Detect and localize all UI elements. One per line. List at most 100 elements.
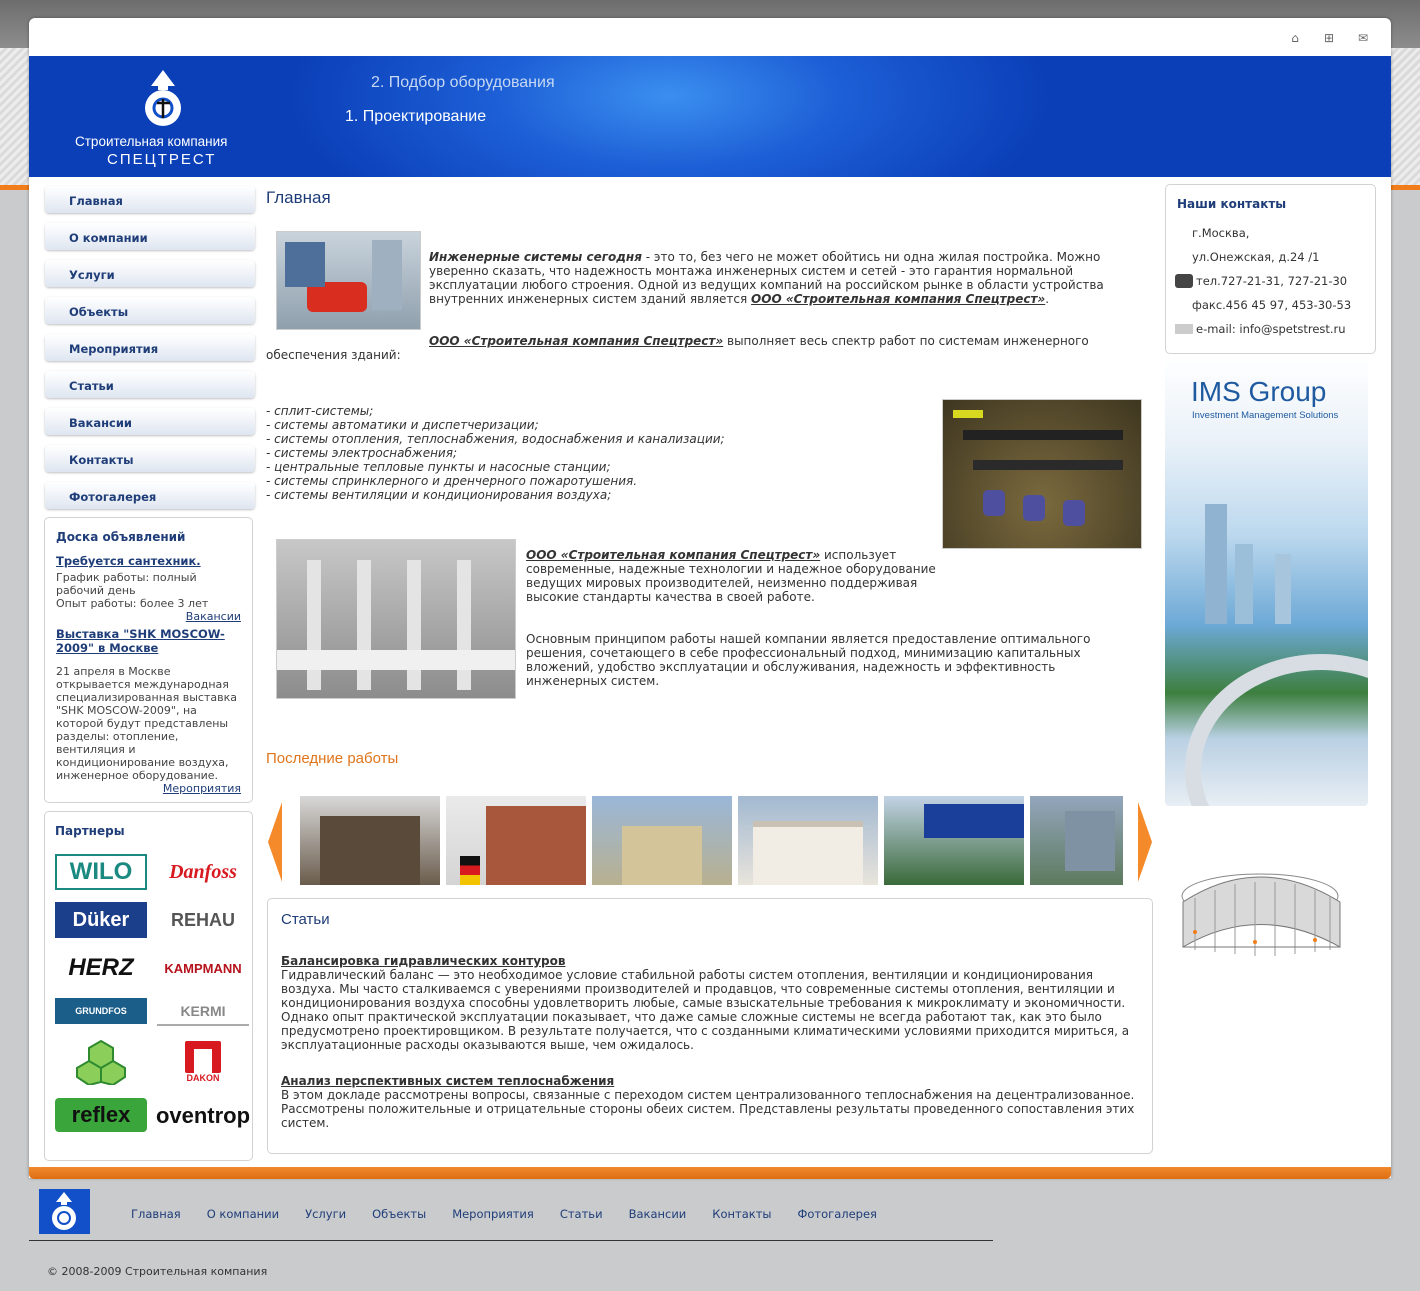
nav-item-gallery[interactable]: Фотогалерея <box>45 482 255 509</box>
footer-logo-icon[interactable] <box>39 1189 90 1234</box>
footer-nav-vacancies[interactable]: Вакансии <box>629 1207 687 1221</box>
banner-buildings <box>1275 554 1291 624</box>
sitemap-icon[interactable]: ⊞ <box>1321 30 1337 46</box>
partner-logo-danfoss[interactable]: Danfoss <box>157 854 249 890</box>
footer-nav: Главная О компании Услуги Объекты Меропр… <box>131 1207 877 1221</box>
footer-nav-events[interactable]: Мероприятия <box>452 1207 534 1221</box>
banner-buildings <box>1235 544 1253 624</box>
work-thumbnail[interactable] <box>300 796 440 885</box>
logo-line-2: СПЕЦТРЕСТ <box>107 151 217 168</box>
article-link-balancing[interactable]: Балансировка гидравлических контуров <box>281 954 1139 968</box>
home-icon[interactable]: ⌂ <box>1287 30 1303 46</box>
footer-nav-objects[interactable]: Объекты <box>372 1207 426 1221</box>
services-list-item: - центральные тепловые пункты и насосные… <box>266 460 611 474</box>
contact-fax: факс.456 45 97, 453-30-53 <box>1192 298 1352 312</box>
phone-icon <box>1175 274 1193 288</box>
top-links: ⌂ ⊞ ✉ <box>1287 30 1371 46</box>
nav-item-home[interactable]: Главная <box>45 186 255 213</box>
contact-email-row: e-mail: info@spetstrest.ru <box>1175 317 1364 341</box>
partner-logo-kampmann[interactable]: KAMPMANN <box>157 950 249 986</box>
banner-road <box>1185 654 1368 806</box>
recent-works-title: Последние работы <box>266 750 399 767</box>
notice-board: Доска объявлений Требуется сантехник. Гр… <box>44 517 253 803</box>
partner-logo-rehau[interactable]: REHAU <box>157 902 249 938</box>
nav-item-vacancies[interactable]: Вакансии <box>45 408 255 435</box>
nav-item-contacts[interactable]: Контакты <box>45 445 255 472</box>
article-link-heating[interactable]: Анализ перспективных систем теплоснабжен… <box>281 1074 1139 1088</box>
nav-item-objects[interactable]: Объекты <box>45 297 255 324</box>
services-list-item: - системы спринклерного и дренчерного по… <box>266 474 638 488</box>
pump-station-3d-image <box>942 399 1142 549</box>
contact-phone-row: тел.727-21-31, 727-21-30 <box>1175 269 1364 293</box>
footer-logo-mark <box>52 1192 76 1230</box>
page-title: Главная <box>266 188 331 207</box>
partner-logo-kermi[interactable]: KERMI <box>157 998 249 1026</box>
page-container: ⌂ ⊞ ✉ Строительная компания СПЕЦТРЕСТ 2.… <box>29 18 1391 1178</box>
spectrum-paragraph: ООО «Строительная компания Спецтрест» вы… <box>266 334 1136 362</box>
carousel-next-button[interactable] <box>1138 802 1152 882</box>
notice-text-exhibition: 21 апреля в Москве открывается междунаро… <box>56 665 237 782</box>
nav-item-events[interactable]: Мероприятия <box>45 334 255 361</box>
company-logo-icon[interactable] <box>137 68 189 128</box>
partner-logo-oventrop[interactable]: oventrop <box>156 1098 250 1134</box>
work-thumbnail[interactable] <box>884 796 1024 885</box>
footer-divider <box>29 1240 993 1241</box>
mail-icon[interactable]: ✉ <box>1355 30 1371 46</box>
carousel-prev-button[interactable] <box>268 802 282 882</box>
footer-nav-home[interactable]: Главная <box>131 1207 181 1221</box>
banner-title: IMS Group <box>1191 376 1327 407</box>
dakon-mark-icon <box>185 1041 221 1073</box>
copyright: © 2008-2009 Строительная компания <box>47 1265 268 1278</box>
footer-nav-services[interactable]: Услуги <box>305 1207 346 1221</box>
contacts-title: Наши контакты <box>1177 197 1287 211</box>
background-accent-left <box>0 185 30 190</box>
article-text-balancing: Гидравлический баланс — это необходимое … <box>281 968 1130 1052</box>
notice-more-vacancies[interactable]: Вакансии <box>56 610 241 623</box>
partner-logo-herz[interactable]: HERZ <box>55 950 147 986</box>
green-cubes-icon <box>76 1039 126 1085</box>
work-thumbnail[interactable] <box>592 796 732 885</box>
dome-structure-illustration <box>1181 873 1341 956</box>
footer-nav-contacts[interactable]: Контакты <box>712 1207 771 1221</box>
services-list-item: - системы электроснабжения; <box>266 446 457 460</box>
nav-item-articles[interactable]: Статьи <box>45 371 255 398</box>
work-thumbnail[interactable] <box>738 796 878 885</box>
partners-box: Партнеры WILO Danfoss Düker REHAU HERZ K… <box>44 811 253 1161</box>
company-link-1[interactable]: ООО «Строительная компания Спецтрест» <box>751 292 1045 306</box>
contacts-box: Наши контакты г.Москва, ул.Онежская, д.2… <box>1165 184 1376 354</box>
principle-paragraph: Основным принципом работы нашей компании… <box>526 632 1091 688</box>
services-list-item: - системы отопления, теплоснабжения, вод… <box>266 432 725 446</box>
nav-item-services[interactable]: Услуги <box>45 260 255 287</box>
articles-box: Статьи Балансировка гидравлических конту… <box>267 898 1153 1154</box>
ims-group-banner[interactable]: IMS Group Investment Management Solution… <box>1165 354 1368 806</box>
nav-item-about[interactable]: О компании <box>45 223 255 250</box>
work-thumbnail[interactable] <box>446 796 586 885</box>
background-accent-right <box>1390 185 1420 190</box>
logo-line-1: Строительная компания <box>75 134 228 149</box>
contact-city: г.Москва, <box>1192 226 1250 240</box>
partner-logo-green-cubes[interactable] <box>55 1038 147 1086</box>
intro-lead: Инженерные системы сегодня <box>429 250 642 264</box>
partner-logo-grundfos[interactable]: GRUNDFOS <box>55 998 147 1024</box>
partner-logo-duker[interactable]: Düker <box>55 902 147 938</box>
partner-logo-dakon[interactable]: DAKON <box>157 1038 249 1086</box>
notice-link-plumber[interactable]: Требуется сантехник. <box>56 554 241 568</box>
notice-link-exhibition[interactable]: Выставка "SHK MOSCOW-2009" в Москве <box>56 627 241 655</box>
company-link-3[interactable]: ООО «Строительная компания Спецтрест» <box>526 548 820 562</box>
footer-nav-about[interactable]: О компании <box>207 1207 279 1221</box>
partner-logo-wilo[interactable]: WILO <box>55 854 147 890</box>
footer-nav-gallery[interactable]: Фотогалерея <box>798 1207 877 1221</box>
banner-subtitle: Investment Management Solutions <box>1192 410 1339 421</box>
work-thumbnail[interactable] <box>1030 796 1123 885</box>
technology-paragraph: ООО «Строительная компания Спецтрест» ис… <box>526 548 936 604</box>
company-link-2[interactable]: ООО «Строительная компания Спецтрест» <box>429 334 723 348</box>
contact-email[interactable]: e-mail: info@spetstrest.ru <box>1192 322 1346 336</box>
partner-logo-reflex[interactable]: reflex <box>55 1098 147 1132</box>
footer-nav-articles[interactable]: Статьи <box>560 1207 603 1221</box>
contact-phone: тел.727-21-31, 727-21-30 <box>1196 274 1348 288</box>
pipes-gauges-image <box>276 539 516 699</box>
notice-more-events[interactable]: Мероприятия <box>56 782 241 795</box>
articles-title: Статьи <box>281 911 330 928</box>
services-list: - сплит-системы; - системы автоматики и … <box>266 404 936 502</box>
footer-bar <box>29 1167 1391 1179</box>
